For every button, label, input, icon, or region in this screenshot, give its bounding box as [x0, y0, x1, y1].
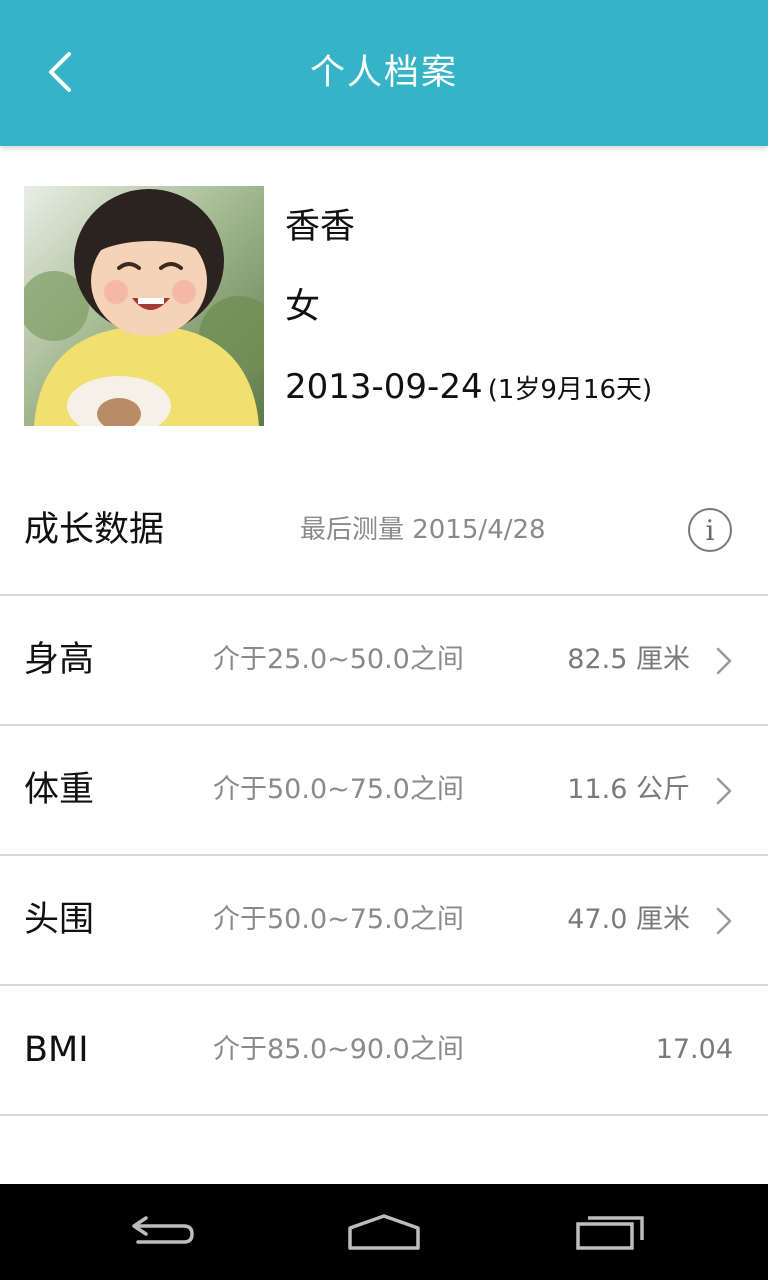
- metric-value: 47.0 厘米: [567, 904, 690, 935]
- chevron-right-icon: [716, 777, 732, 805]
- metric-row-bmi: BMI 介于85.0~90.0之间 17.04: [0, 986, 768, 1114]
- app-screen: 个人档案 香香 女 2013-09-24 (1岁9月16天) 成长数据 最后测量…: [0, 0, 768, 1280]
- metric-range: 介于25.0~50.0之间: [213, 644, 464, 675]
- metric-value: 17.04: [655, 1034, 733, 1065]
- nav-home-button[interactable]: [334, 1202, 434, 1262]
- nav-back-button[interactable]: [110, 1202, 210, 1262]
- metric-range: 介于50.0~75.0之间: [213, 774, 464, 805]
- metric-row-height[interactable]: 身高 介于25.0~50.0之间 82.5 厘米: [0, 596, 768, 724]
- growth-title: 成长数据: [24, 510, 165, 550]
- metric-value: 11.6 公斤: [567, 774, 690, 805]
- info-icon: i: [705, 513, 715, 547]
- metric-range: 介于85.0~90.0之间: [213, 1034, 464, 1065]
- profile-card: 香香 女 2013-09-24 (1岁9月16天): [0, 146, 768, 466]
- chevron-right-icon: [716, 907, 732, 935]
- home-nav-icon: [348, 1214, 420, 1250]
- profile-name: 香香: [285, 207, 356, 247]
- metric-row-weight[interactable]: 体重 介于50.0~75.0之间 11.6 公斤: [0, 726, 768, 854]
- metric-value: 82.5 厘米: [567, 644, 690, 675]
- metric-label: 身高: [24, 640, 95, 680]
- system-nav-bar: [0, 1184, 768, 1280]
- profile-gender: 女: [285, 287, 321, 327]
- metric-label: BMI: [24, 1030, 89, 1070]
- metric-label: 头围: [24, 900, 95, 940]
- last-measure-text: 最后测量 2015/4/28: [300, 515, 546, 545]
- avatar[interactable]: [24, 186, 264, 426]
- profile-birthdate: 2013-09-24 (1岁9月16天): [285, 364, 652, 416]
- app-header: 个人档案: [0, 0, 768, 146]
- back-nav-icon: [132, 1216, 194, 1244]
- metric-row-head[interactable]: 头围 介于50.0~75.0之间 47.0 厘米: [0, 856, 768, 984]
- growth-section-header: 成长数据 最后测量 2015/4/28 i: [0, 466, 768, 595]
- chevron-right-icon: [716, 647, 732, 675]
- divider: [0, 1114, 768, 1116]
- nav-recent-button[interactable]: [560, 1202, 660, 1262]
- age-text: (1岁9月16天): [487, 375, 653, 405]
- info-button[interactable]: i: [688, 508, 732, 552]
- birth-date: 2013-09-24: [285, 367, 483, 407]
- metric-label: 体重: [24, 770, 95, 810]
- avatar-photo: [24, 186, 264, 426]
- recent-apps-icon: [576, 1216, 644, 1250]
- page-title: 个人档案: [309, 53, 458, 93]
- metric-range: 介于50.0~75.0之间: [213, 904, 464, 935]
